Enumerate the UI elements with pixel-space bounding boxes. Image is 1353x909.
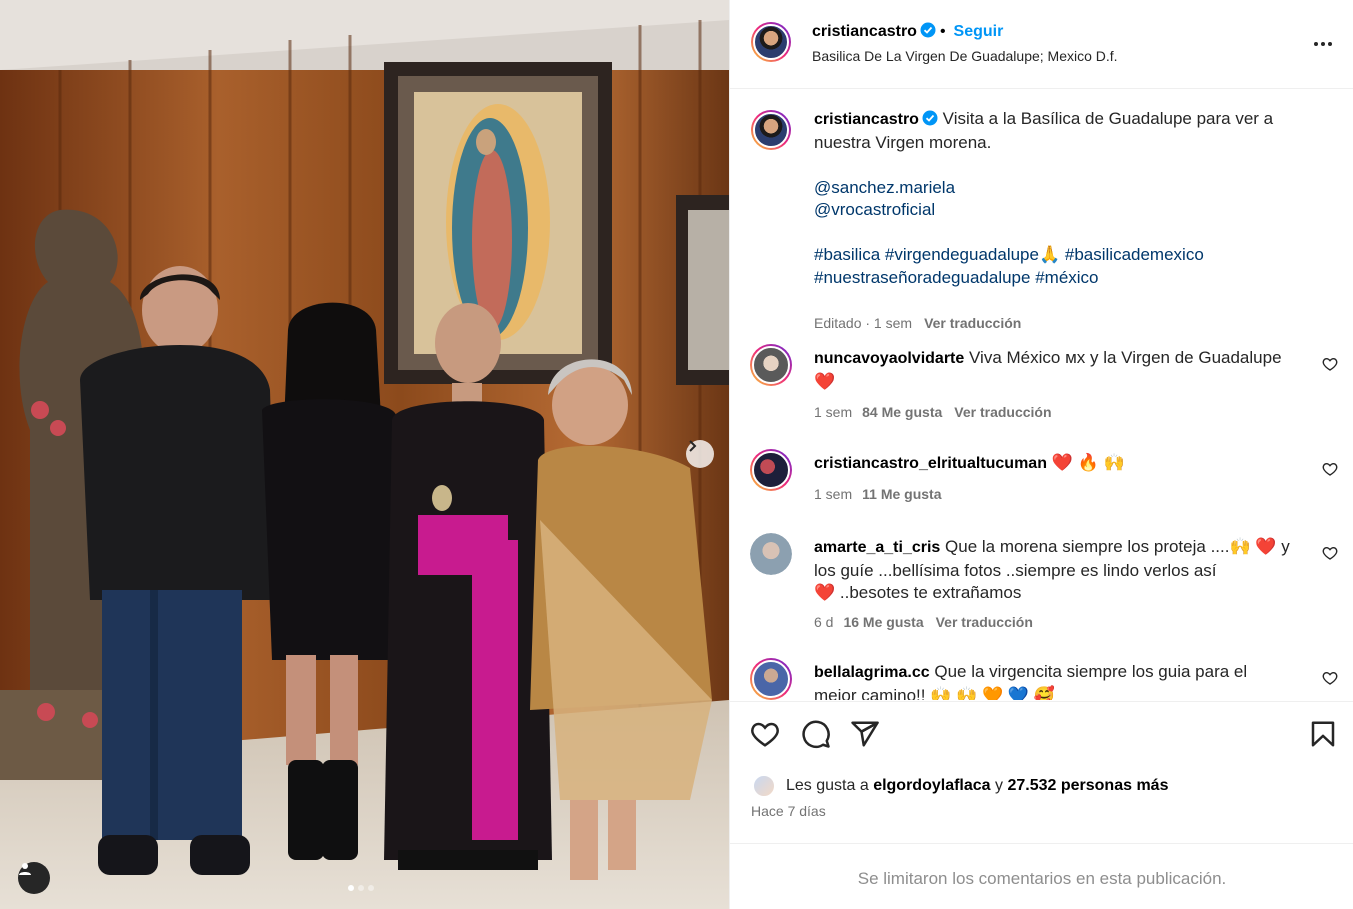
comment-likes[interactable]: 11 Me gusta: [862, 486, 941, 502]
separator-dot: •: [939, 23, 946, 40]
mention-link[interactable]: @vrocastroficial: [814, 200, 935, 219]
likes-summary: Les gusta a elgordoylaflaca y 27.532 per…: [752, 774, 1168, 798]
comments-list[interactable]: cristiancastro Visita a la Basílica de G…: [730, 90, 1353, 700]
comment-username[interactable]: bellalagrima.cc: [814, 664, 930, 681]
caption-meta: Editado · 1 sem Ver traducción: [814, 315, 1021, 331]
author-username[interactable]: cristiancastro: [812, 23, 917, 40]
verified-badge-icon: [920, 22, 936, 38]
comments-limited-text: Se limitaron los comentarios en esta pub…: [857, 869, 1227, 888]
carousel-indicator: [348, 885, 374, 891]
comment-like-heart-icon[interactable]: [1322, 356, 1338, 372]
comment-text: bellalagrima.cc Que la virgencita siempr…: [814, 661, 1298, 700]
carousel-dot-active: [348, 885, 354, 891]
verified-badge-icon: [922, 110, 938, 126]
caption-time: Editado · 1 sem: [814, 315, 913, 331]
comment-body: mejor camino!! 🙌 🙌 🧡 💙 🥰: [814, 685, 1055, 701]
comment-body: los guíe ...bellísima fotos ..siempre es…: [814, 560, 1217, 580]
more-options-icon: [1314, 42, 1318, 46]
commenter-avatar[interactable]: [750, 344, 792, 386]
commenter-avatar[interactable]: [750, 449, 792, 491]
hashtag-link[interactable]: #basilica: [814, 245, 880, 264]
comment-text: nuncavoyaolvidarte Viva México ᴍx y la V…: [814, 347, 1298, 393]
liker-username[interactable]: elgordoylaflaca: [873, 777, 990, 795]
caption-text: cristiancastro Visita a la Basílica de G…: [814, 108, 1298, 289]
comment-username[interactable]: amarte_a_ti_cris: [814, 539, 940, 556]
user-tag-icon: [19, 863, 31, 875]
comment-translate-button[interactable]: Ver traducción: [936, 614, 1033, 630]
share-icon[interactable]: [850, 719, 880, 749]
caption-line-2: nuestra Virgen morena.: [814, 132, 992, 152]
post-location[interactable]: Basilica De La Virgen De Guadalupe; Mexi…: [812, 48, 1118, 64]
comment-username[interactable]: nuncavoyaolvidarte: [814, 350, 964, 367]
more-options-dot: [1321, 42, 1325, 46]
heart-icon[interactable]: [750, 719, 780, 749]
comment-meta: 6 d 16 Me gusta Ver traducción: [814, 614, 1033, 630]
follow-button[interactable]: Seguir: [954, 23, 1004, 40]
carousel-next-button[interactable]: [686, 440, 714, 468]
comment-time: 1 sem: [814, 486, 853, 502]
comment-translate-button[interactable]: Ver traducción: [954, 404, 1051, 420]
comment-like-heart-icon[interactable]: [1322, 670, 1338, 686]
commenter-avatar[interactable]: [750, 658, 792, 700]
more-options-dot: [1328, 42, 1332, 46]
comment-time: 6 d: [814, 614, 834, 630]
comment-meta: 1 sem 84 Me gusta Ver traducción: [814, 404, 1052, 420]
post-actions: Les gusta a elgordoylaflaca y 27.532 per…: [730, 701, 1353, 851]
comment-text: amarte_a_ti_cris Que la morena siempre l…: [814, 536, 1298, 605]
caption-author-avatar[interactable]: [751, 110, 791, 150]
caption-line-1: Visita a la Basílica de Guadalupe para v…: [942, 109, 1274, 128]
comment-body: ❤️: [814, 371, 836, 391]
comment-body: ❤️ ..besotes te extrañamos: [814, 583, 1022, 602]
liker-avatar[interactable]: [752, 774, 776, 798]
commenter-avatar[interactable]: [750, 533, 792, 575]
bookmark-icon[interactable]: [1308, 719, 1338, 749]
hashtag-link[interactable]: #nuestraseñoradeguadalupe: [814, 268, 1030, 287]
comment-meta: 1 sem 11 Me gusta: [814, 486, 942, 502]
post-sidebar: cristiancastro • Seguir Basilica De La Vir…: [729, 0, 1353, 909]
comment-body: Que la virgencita siempre los guia para …: [934, 662, 1248, 681]
comment-text: cristiancastro_elritualtucuman ❤️ 🔥 🙌: [814, 452, 1298, 476]
comment-body: Que la morena siempre los proteja ....🙌 …: [945, 537, 1290, 556]
post-photo[interactable]: [0, 0, 729, 909]
comment-body: ❤️ 🔥 🙌: [1051, 453, 1125, 472]
likes-conj: y: [995, 777, 1004, 794]
caption-username[interactable]: cristiancastro: [814, 111, 919, 128]
comment-likes[interactable]: 16 Me gusta: [843, 614, 923, 630]
comment-likes[interactable]: 84 Me gusta: [862, 404, 942, 420]
carousel-dot: [358, 885, 364, 891]
likes-others[interactable]: 27.532 personas más: [1007, 777, 1168, 795]
chevron-right-icon: [689, 440, 697, 452]
post-date: Hace 7 días: [751, 803, 826, 819]
hashtag-link[interactable]: #basilicademexico: [1065, 245, 1204, 264]
hashtag-link[interactable]: #virgendeguadalupe🙏: [885, 245, 1060, 264]
author-avatar[interactable]: [751, 22, 791, 62]
mention-link[interactable]: @sanchez.mariela: [814, 178, 955, 197]
comment-time: 1 sem: [814, 404, 853, 420]
tagged-users-button[interactable]: [18, 862, 50, 894]
likes-prefix: Les gusta a: [786, 777, 869, 794]
comment-like-heart-icon[interactable]: [1322, 545, 1338, 561]
photo-scene: [0, 0, 729, 909]
caption-translate-button[interactable]: Ver traducción: [924, 315, 1021, 331]
comment-like-heart-icon[interactable]: [1322, 461, 1338, 477]
more-options-button[interactable]: [1308, 34, 1338, 54]
comment-username[interactable]: cristiancastro_elritualtucuman: [814, 455, 1047, 472]
comment-icon[interactable]: [801, 719, 831, 749]
carousel-dot: [368, 885, 374, 891]
hashtag-link[interactable]: #méxico: [1035, 268, 1098, 287]
post-header: cristiancastro • Seguir Basilica De La Vir…: [730, 0, 1353, 89]
comment-body: Viva México ᴍx y la Virgen de Guadalupe: [969, 348, 1282, 367]
comments-limited-notice: Se limitaron los comentarios en esta pub…: [730, 843, 1353, 909]
header-author-line: cristiancastro • Seguir: [812, 22, 1003, 41]
